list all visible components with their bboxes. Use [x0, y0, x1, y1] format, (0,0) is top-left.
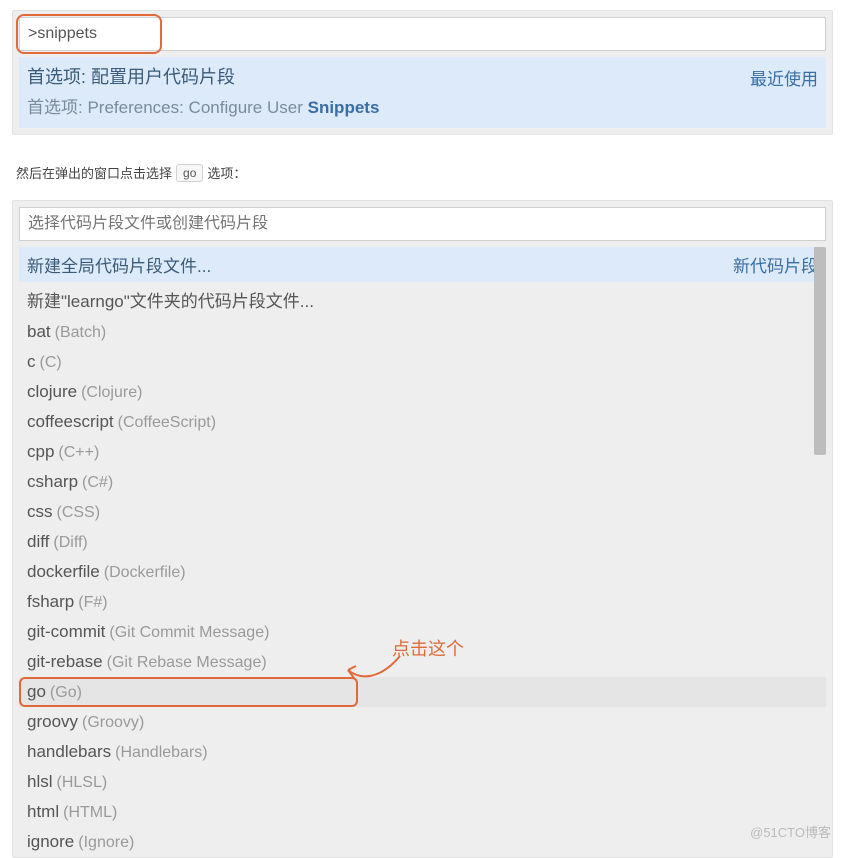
list-item-git-commit[interactable]: git-commit(Git Commit Message) — [19, 617, 826, 647]
snippet-picker-input-wrap[interactable] — [19, 207, 826, 241]
annotation-arrow-icon — [340, 650, 410, 690]
snippet-list: 新建全局代码片段文件... 新代码片段 新建"learngo"文件夹的代码片段文… — [19, 247, 826, 857]
command-palette-input-wrap[interactable] — [19, 17, 826, 51]
list-item-html[interactable]: html(HTML) — [19, 797, 826, 827]
list-item-clojure[interactable]: clojure(Clojure) — [19, 377, 826, 407]
list-item-ignore[interactable]: ignore(Ignore) — [19, 827, 826, 857]
list-item-fsharp[interactable]: fsharp(F#) — [19, 587, 826, 617]
new-snippet-badge: 新代码片段 — [733, 252, 818, 277]
list-item-css[interactable]: css(CSS) — [19, 497, 826, 527]
result-recent-label: 最近使用 — [750, 63, 818, 90]
list-item-bat[interactable]: bat(Batch) — [19, 317, 826, 347]
list-item-csharp[interactable]: csharp(C#) — [19, 467, 826, 497]
command-palette: 首选项: 配置用户代码片段 首选项: Preferences: Configur… — [12, 10, 833, 135]
snippet-picker-input[interactable] — [28, 215, 817, 233]
scrollbar[interactable] — [814, 247, 826, 455]
watermark: @51CTO博客 — [750, 822, 831, 841]
instruction-text: 然后在弹出的窗口点击选择 go 选项： — [16, 163, 829, 182]
list-item-git-rebase[interactable]: git-rebase(Git Rebase Message) — [19, 647, 826, 677]
command-palette-result[interactable]: 首选项: 配置用户代码片段 首选项: Preferences: Configur… — [19, 57, 826, 128]
list-item-go[interactable]: go(Go) — [19, 677, 826, 707]
list-item-handlebars[interactable]: handlebars(Handlebars) — [19, 737, 826, 767]
list-item-c[interactable]: c(C) — [19, 347, 826, 377]
result-line2: 首选项: Preferences: Configure User Snippet… — [27, 93, 379, 118]
command-palette-input[interactable] — [28, 25, 817, 43]
list-item-cpp[interactable]: cpp(C++) — [19, 437, 826, 467]
snippet-picker-palette: 新建全局代码片段文件... 新代码片段 新建"learngo"文件夹的代码片段文… — [12, 200, 833, 858]
result-text: 首选项: 配置用户代码片段 首选项: Preferences: Configur… — [27, 63, 379, 118]
list-item-new-global[interactable]: 新建全局代码片段文件... 新代码片段 — [19, 247, 826, 282]
list-item-coffeescript[interactable]: coffeescript(CoffeeScript) — [19, 407, 826, 437]
list-item-new-folder[interactable]: 新建"learngo"文件夹的代码片段文件... — [19, 282, 826, 317]
list-item-diff[interactable]: diff(Diff) — [19, 527, 826, 557]
result-line1: 首选项: 配置用户代码片段 — [27, 63, 379, 89]
list-item-dockerfile[interactable]: dockerfile(Dockerfile) — [19, 557, 826, 587]
list-item-hlsl[interactable]: hlsl(HLSL) — [19, 767, 826, 797]
list-item-groovy[interactable]: groovy(Groovy) — [19, 707, 826, 737]
kbd-go: go — [176, 164, 203, 182]
